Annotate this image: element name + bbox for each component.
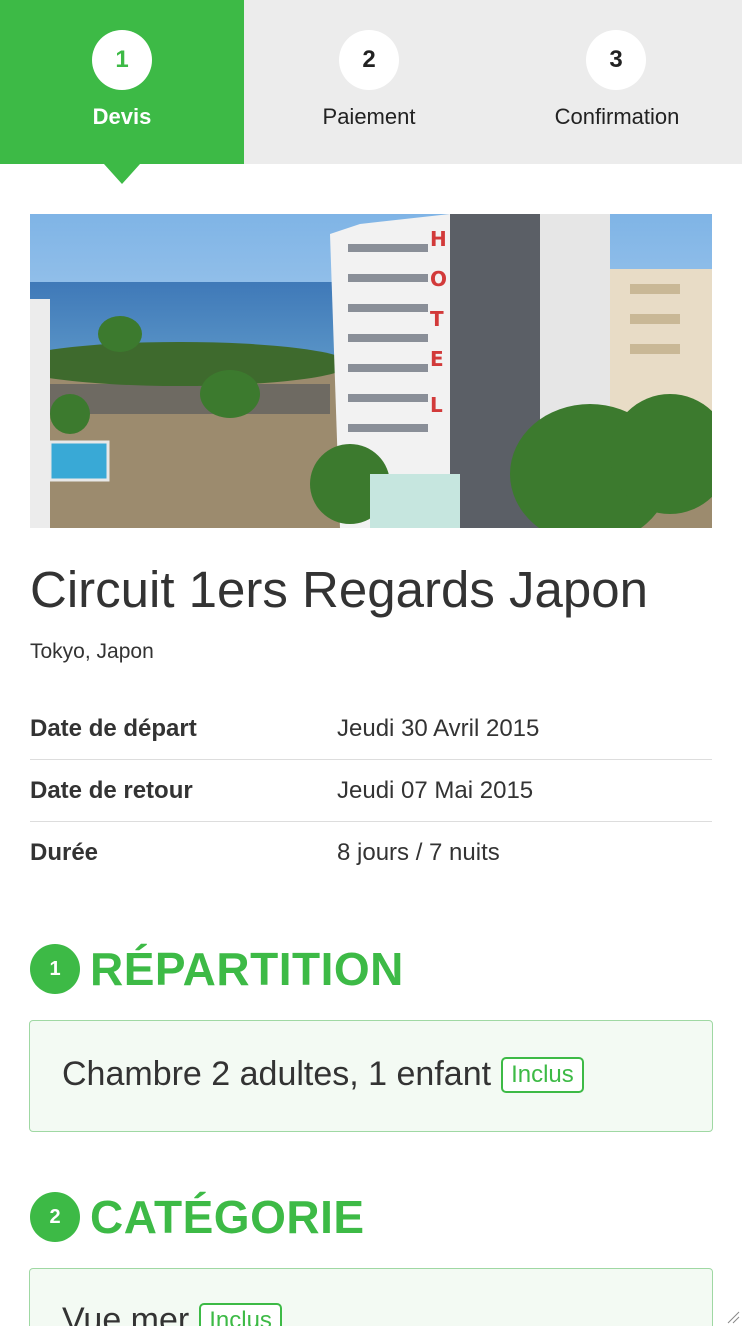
info-key: Durée	[30, 839, 99, 866]
svg-text:L: L	[430, 393, 443, 417]
step-label: Paiement	[322, 104, 416, 129]
step-number: 1	[92, 30, 152, 90]
step-number: 3	[586, 30, 646, 90]
active-step-indicator	[104, 164, 140, 184]
step-number: 2	[339, 30, 399, 90]
info-row-return: Date de retour Jeudi 07 Mai 2015	[30, 760, 712, 822]
section-heading-categorie: 2 CATÉGORIE	[30, 1190, 365, 1244]
step-label: Devis	[92, 104, 152, 129]
product-location: Tokyo, Japon	[30, 640, 154, 663]
option-row: Vue mer Inclus	[62, 1301, 282, 1326]
info-key: Date de retour	[30, 776, 193, 804]
info-row-duration: Durée 8 jours / 7 nuits	[30, 822, 712, 884]
option-label: Chambre 2 adultes, 1 enfant	[62, 1055, 492, 1093]
svg-text:O: O	[430, 267, 447, 291]
included-badge: Inclus	[199, 1302, 282, 1326]
included-badge: Inclus	[501, 1056, 584, 1093]
section-title: RÉPARTITION	[90, 943, 404, 995]
info-row-departure: Date de départ Jeudi 30 Avril 2015	[30, 698, 712, 760]
section-heading-repartition: 1 RÉPARTITION	[30, 942, 404, 996]
section-title: CATÉGORIE	[90, 1191, 365, 1243]
option-row: Chambre 2 adultes, 1 enfant Inclus	[62, 1055, 584, 1094]
section-number: 2	[30, 1192, 80, 1242]
resize-grip-icon[interactable]	[726, 1310, 740, 1324]
step-devis[interactable]: 1 Devis	[0, 0, 244, 164]
option-category[interactable]: Vue mer Inclus	[29, 1268, 713, 1326]
product-title: Circuit 1ers Regards Japon	[30, 561, 648, 618]
checkout-stepper: 1 Devis 2 Paiement 3 Confirmation	[0, 0, 742, 164]
hotel-photo: H O T E L	[30, 214, 712, 528]
info-key: Date de départ	[30, 714, 197, 742]
step-paiement[interactable]: 2 Paiement	[246, 0, 492, 164]
step-label: Confirmation	[554, 104, 680, 129]
section-number: 1	[30, 944, 80, 994]
info-value: Jeudi 07 Mai 2015	[337, 776, 534, 804]
step-confirmation[interactable]: 3 Confirmation	[492, 0, 742, 164]
svg-text:T: T	[430, 307, 444, 331]
svg-text:E: E	[430, 347, 444, 371]
option-label: Vue mer	[62, 1301, 190, 1326]
trip-info-table: Date de départ Jeudi 30 Avril 2015 Date …	[30, 698, 712, 884]
info-value: 8 jours / 7 nuits	[337, 839, 500, 866]
svg-text:H: H	[430, 227, 447, 251]
info-value: Jeudi 30 Avril 2015	[337, 714, 540, 742]
option-room-distribution[interactable]: Chambre 2 adultes, 1 enfant Inclus	[29, 1020, 713, 1132]
